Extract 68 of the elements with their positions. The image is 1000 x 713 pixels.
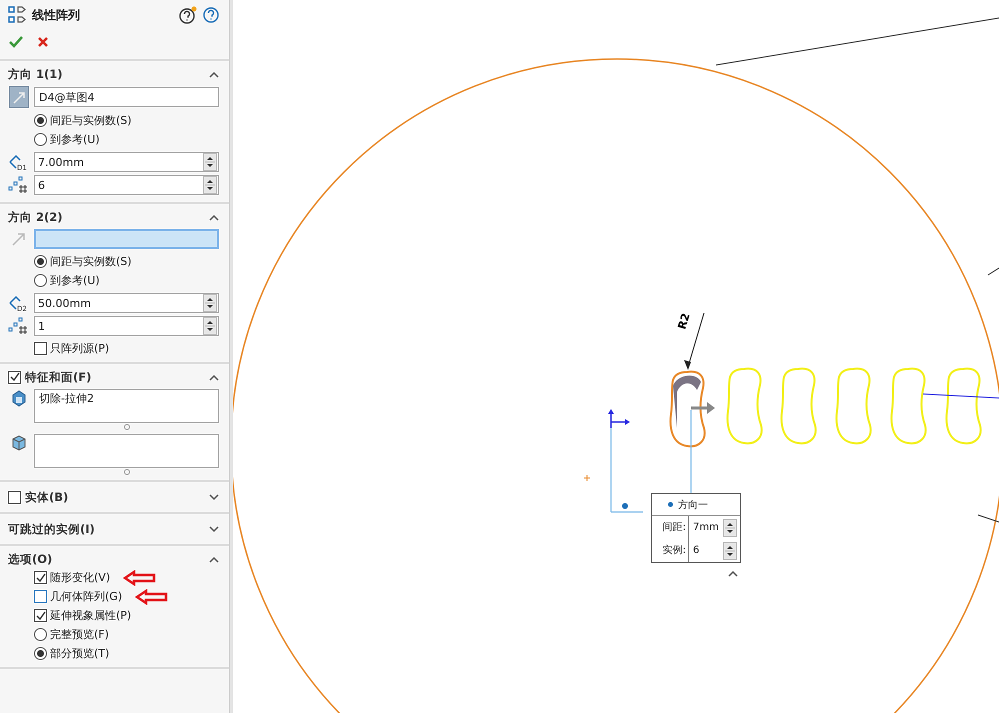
callout-label: 实例:	[652, 539, 689, 562]
selection-field[interactable]	[34, 229, 219, 249]
expand-icon[interactable]	[209, 526, 219, 532]
section-header[interactable]: 方向 2(2)	[8, 210, 63, 224]
instances-field[interactable]: 6	[34, 175, 219, 195]
radio-label: 部分预览(T)	[50, 646, 110, 661]
radio-button[interactable]	[34, 114, 47, 127]
checkbox-label: 只阵列源(P)	[50, 341, 110, 356]
resize-handle[interactable]	[124, 469, 130, 475]
callout-field[interactable]: 7mm	[689, 518, 740, 536]
expand-icon[interactable]	[209, 494, 219, 500]
dimension-label: R2	[675, 312, 693, 331]
collapse-icon[interactable]	[209, 214, 219, 220]
spin-arrows-icon[interactable]	[723, 542, 737, 560]
section-header[interactable]: 方向 1(1)	[8, 66, 63, 82]
pattern-icon	[8, 6, 26, 24]
direction-arrow	[691, 402, 715, 414]
collapse-icon[interactable]	[209, 374, 219, 380]
spacing-field[interactable]: 50.00mm	[34, 293, 219, 313]
collapse-icon[interactable]	[209, 556, 219, 562]
point-icon	[622, 503, 628, 509]
checkbox-label: 延伸视象属性(P)	[50, 608, 132, 623]
radio-button[interactable]	[34, 255, 47, 268]
callout-field[interactable]: 6	[689, 542, 740, 560]
radio-label: 间距与实例数(S)	[50, 113, 132, 128]
checkbox[interactable]	[34, 609, 47, 622]
section-checkbox[interactable]	[8, 370, 21, 384]
instances-icon	[8, 176, 30, 194]
radio-button[interactable]	[34, 647, 47, 660]
collapse-icon[interactable]	[209, 70, 219, 78]
radio-label: 到参考(U)	[50, 273, 100, 288]
panel-title: 线性阵列	[32, 6, 80, 24]
spin-arrows-icon[interactable]	[203, 294, 217, 312]
spin-arrows-icon[interactable]	[203, 317, 217, 335]
radio-label: 到参考(U)	[50, 132, 100, 147]
collapse-icon[interactable]	[728, 570, 738, 577]
checkbox[interactable]	[34, 590, 47, 603]
spin-arrows-icon[interactable]	[723, 518, 737, 536]
checkbox-label: 随形变化(V)	[50, 570, 110, 585]
axis-icon	[608, 409, 630, 429]
section-header[interactable]: 特征和面(F)	[25, 370, 92, 384]
instances-icon	[8, 317, 30, 335]
radio-label: 完整预览(F)	[50, 627, 109, 642]
help-icon[interactable]	[179, 6, 197, 24]
section-header[interactable]: 选项(O)	[8, 552, 52, 566]
checkbox[interactable]	[34, 571, 47, 584]
section-header[interactable]: 实体(B)	[25, 490, 68, 504]
spin-arrows-icon[interactable]	[203, 153, 217, 171]
radio-button[interactable]	[34, 133, 47, 146]
callout-title: 方向一	[678, 498, 708, 512]
callout-label: 间距:	[652, 516, 689, 539]
section-checkbox[interactable]	[8, 490, 21, 504]
checkbox[interactable]	[34, 342, 47, 355]
selection-list[interactable]: 切除-拉伸2	[34, 389, 219, 423]
instances-field[interactable]: 1	[34, 316, 219, 336]
section-header[interactable]: 可跳过的实例(I)	[8, 522, 95, 536]
list-item[interactable]: 切除-拉伸2	[39, 391, 214, 406]
spacing-field[interactable]: 7.00mm	[34, 152, 219, 172]
selection-field[interactable]: D4@草图4	[34, 87, 219, 107]
close-icon[interactable]	[37, 36, 49, 48]
checkbox-label: 几何体阵列(G)	[50, 589, 122, 604]
spin-arrows-icon[interactable]	[203, 176, 217, 194]
confirm-icon[interactable]	[9, 36, 23, 48]
radio-button[interactable]	[34, 628, 47, 641]
resize-handle[interactable]	[124, 424, 130, 430]
origin-icon	[584, 474, 590, 482]
radio-label: 间距与实例数(S)	[50, 254, 132, 269]
radio-button[interactable]	[34, 274, 47, 287]
